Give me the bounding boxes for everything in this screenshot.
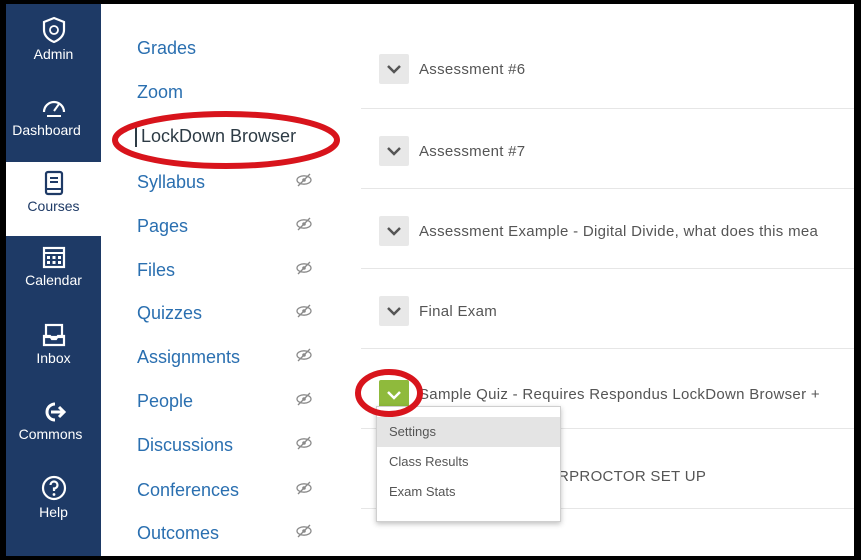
course-nav-files[interactable]: Files (137, 260, 175, 281)
course-nav-outcomes[interactable]: Outcomes (137, 523, 219, 544)
quiz-options-menu: Settings Class Results Exam Stats (376, 406, 561, 522)
menu-item-label: Exam Stats (389, 484, 456, 499)
eye-slash-icon (296, 217, 312, 231)
global-nav-dashboard[interactable]: Dashboard (6, 94, 101, 138)
course-nav-conferences[interactable]: Conferences (137, 480, 239, 501)
global-nav-label: Help (39, 504, 68, 520)
eye-slash-icon (296, 524, 312, 538)
menu-item-label: Settings (389, 424, 436, 439)
quiz-menu-toggle[interactable] (379, 54, 409, 84)
calendar-icon (42, 246, 65, 269)
global-nav-label: Courses (27, 198, 80, 214)
quiz-row[interactable]: Final Exam (361, 268, 854, 349)
quiz-title[interactable]: Final Exam (419, 303, 497, 320)
menu-item-settings[interactable]: Settings (377, 417, 560, 447)
global-navigation: Admin Dashboard Courses Calendar Inbox C… (6, 4, 101, 556)
help-icon (41, 475, 66, 501)
dashboard-icon (42, 100, 65, 117)
course-nav-syllabus[interactable]: Syllabus (137, 172, 205, 193)
arrow-right-icon (45, 402, 66, 422)
chevron-down-icon (387, 147, 401, 156)
eye-slash-icon (296, 261, 312, 275)
global-nav-courses[interactable]: Courses (6, 162, 101, 236)
course-nav-pages[interactable]: Pages (137, 216, 188, 237)
chevron-down-icon (387, 307, 401, 316)
global-nav-calendar[interactable]: Calendar (6, 244, 101, 288)
global-nav-commons[interactable]: Commons (6, 400, 101, 442)
book-icon (44, 170, 63, 196)
quiz-row[interactable]: Assessment #6 (361, 28, 854, 109)
chevron-down-icon (387, 227, 401, 236)
quiz-title[interactable]: RPROCTOR SET UP (558, 468, 706, 485)
global-nav-label: Inbox (36, 350, 71, 366)
global-nav-label: Dashboard (12, 122, 81, 138)
global-nav-label: Commons (18, 426, 83, 442)
eye-slash-icon (296, 481, 312, 495)
canvas-window: Admin Dashboard Courses Calendar Inbox C… (6, 4, 854, 556)
quiz-title[interactable]: Assessment Example - Digital Divide, wha… (419, 223, 818, 240)
global-nav-inbox[interactable]: Inbox (6, 322, 101, 366)
course-nav-quizzes[interactable]: Quizzes (137, 303, 202, 324)
global-nav-admin[interactable]: Admin (6, 16, 101, 62)
global-nav-label: Admin (33, 46, 74, 62)
quiz-title[interactable]: Assessment #6 (419, 61, 525, 78)
shield-icon (42, 16, 65, 44)
eye-slash-icon (296, 392, 312, 406)
global-nav-label: Calendar (25, 272, 82, 288)
menu-item-label: Class Results (389, 454, 469, 469)
quiz-title[interactable]: Sample Quiz - Requires Respondus LockDow… (419, 386, 820, 403)
quiz-row[interactable]: Assessment Example - Digital Divide, wha… (361, 188, 854, 269)
quiz-row[interactable]: Assessment #7 (361, 108, 854, 189)
quiz-menu-toggle[interactable] (379, 136, 409, 166)
eye-slash-icon (296, 304, 312, 318)
chevron-down-icon (387, 65, 401, 74)
quiz-menu-toggle[interactable] (379, 216, 409, 246)
course-navigation: Grades Zoom LockDown Browser Syllabus Pa… (101, 4, 361, 556)
course-nav-people[interactable]: People (137, 391, 193, 412)
menu-item-class-results[interactable]: Class Results (377, 447, 560, 477)
menu-item-exam-stats[interactable]: Exam Stats (377, 477, 560, 507)
global-nav-help[interactable]: Help (6, 474, 101, 520)
course-nav-discussions[interactable]: Discussions (137, 435, 233, 456)
course-nav-grades[interactable]: Grades (137, 38, 196, 59)
quiz-menu-toggle[interactable] (379, 296, 409, 326)
course-nav-assignments[interactable]: Assignments (137, 347, 240, 368)
course-nav-lockdown-browser[interactable]: LockDown Browser (135, 126, 296, 147)
quiz-title[interactable]: Assessment #7 (419, 143, 525, 160)
eye-slash-icon (296, 348, 312, 362)
course-nav-zoom[interactable]: Zoom (137, 82, 183, 103)
eye-slash-icon (296, 173, 312, 187)
inbox-icon (42, 323, 65, 347)
eye-slash-icon (296, 436, 312, 450)
